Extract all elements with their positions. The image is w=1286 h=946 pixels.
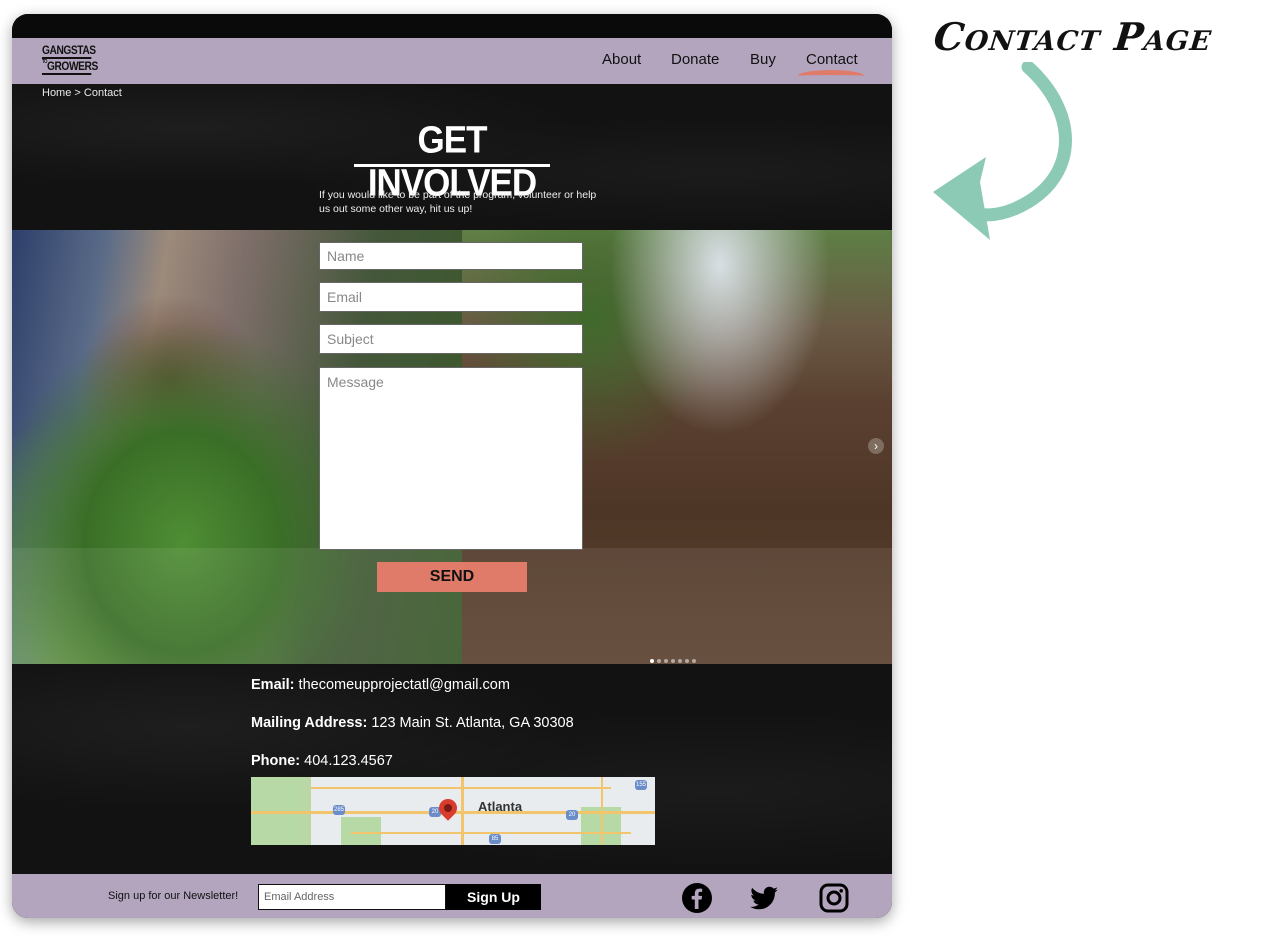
map-road xyxy=(311,787,611,789)
map-highway-shield: 155 xyxy=(635,780,647,790)
email-label: Email: xyxy=(251,677,295,693)
nav-buy[interactable]: Buy xyxy=(750,51,776,68)
breadcrumb-home[interactable]: Home xyxy=(42,87,71,99)
site-logo[interactable]: GANGSTAS TOGROWERS xyxy=(42,44,100,78)
subject-input[interactable] xyxy=(319,324,583,354)
address-label: Mailing Address: xyxy=(251,715,368,731)
nav-donate[interactable]: Donate xyxy=(671,51,719,68)
logo-line-2: TOGROWERS xyxy=(42,57,98,75)
nav-contact[interactable]: Contact xyxy=(806,51,858,68)
address-value: 123 Main St. Atlanta, GA 30308 xyxy=(371,715,574,731)
contact-address: Mailing Address: 123 Main St. Atlanta, G… xyxy=(251,715,574,731)
map-park-area xyxy=(341,817,381,845)
newsletter-label: Sign up for our Newsletter! xyxy=(108,890,239,902)
message-textarea[interactable] xyxy=(319,367,583,550)
slider-dot[interactable] xyxy=(664,659,668,663)
slider-dot[interactable] xyxy=(657,659,661,663)
slider-dots xyxy=(650,650,699,663)
site-header: GANGSTAS TOGROWERS About Donate Buy Cont… xyxy=(12,38,892,84)
email-input[interactable] xyxy=(319,282,583,312)
breadcrumb-separator: > xyxy=(74,87,81,99)
slider-dot[interactable] xyxy=(671,659,675,663)
map-pin-icon xyxy=(435,795,461,821)
slider-dot[interactable] xyxy=(678,659,682,663)
instagram-icon[interactable] xyxy=(818,882,850,914)
curved-arrow-icon xyxy=(933,62,1072,240)
location-map[interactable]: 285 20 20 155 85 Atlanta xyxy=(251,777,655,845)
map-highway-shield: 20 xyxy=(566,810,578,820)
phone-value[interactable]: 404.123.4567 xyxy=(304,753,393,769)
twitter-icon[interactable] xyxy=(748,882,780,914)
map-highway-shield: 285 xyxy=(333,805,345,815)
contact-phone: Phone: 404.123.4567 xyxy=(251,753,393,769)
logo-line-1: GANGSTAS xyxy=(42,43,96,57)
hero-section: Home > Contact GET INVOLVED If you would… xyxy=(12,84,892,230)
slider-dot[interactable] xyxy=(685,659,689,663)
logo-line-2-text: GROWERS xyxy=(46,59,98,73)
window-top-bar xyxy=(12,14,892,38)
annotation-title: Contact Page xyxy=(931,14,1215,59)
breadcrumb: Home > Contact xyxy=(42,87,122,99)
map-highway-shield: 85 xyxy=(489,834,501,844)
name-input[interactable] xyxy=(319,242,583,270)
nav-active-indicator xyxy=(798,70,864,82)
newsletter-signup-button[interactable]: Sign Up xyxy=(446,884,541,910)
contact-info-section: Email: thecomeupprojectatl@gmail.com Mai… xyxy=(12,664,892,874)
map-city-label: Atlanta xyxy=(478,799,523,814)
hero-description: If you would like to be part of the prog… xyxy=(319,189,597,215)
send-button[interactable]: SEND xyxy=(377,562,527,592)
slider-next-icon[interactable]: › xyxy=(868,438,884,454)
site-footer: Sign up for our Newsletter! Sign Up xyxy=(12,874,892,918)
slider-dot[interactable] xyxy=(692,659,696,663)
slider-dot[interactable] xyxy=(650,659,654,663)
phone-label: Phone: xyxy=(251,753,301,769)
title-underline xyxy=(354,164,550,167)
contact-email: Email: thecomeupprojectatl@gmail.com xyxy=(251,677,510,693)
map-road xyxy=(601,777,603,845)
facebook-icon[interactable] xyxy=(681,882,713,914)
newsletter-email-input[interactable] xyxy=(258,884,446,910)
nav-about[interactable]: About xyxy=(602,51,641,68)
browser-frame: GANGSTAS TOGROWERS About Donate Buy Cont… xyxy=(12,14,892,918)
breadcrumb-current: Contact xyxy=(83,87,122,99)
email-value[interactable]: thecomeupprojectatl@gmail.com xyxy=(299,677,510,693)
